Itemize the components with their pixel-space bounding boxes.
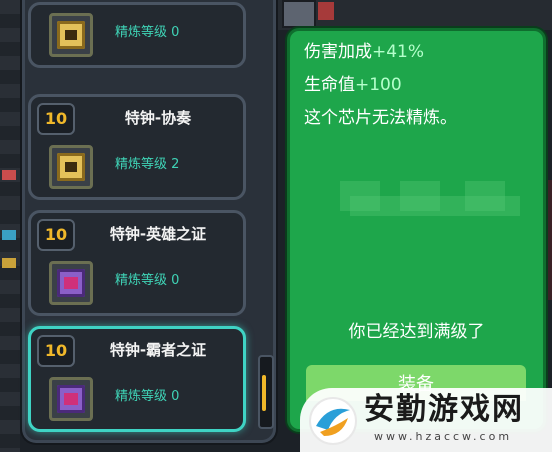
chip-icon-frame xyxy=(49,13,93,57)
gold-chip-icon xyxy=(57,153,85,181)
chip-level-badge: 10 xyxy=(37,103,75,135)
refine-level-label: 精炼等级 0 xyxy=(115,389,180,404)
refine-level-label: 精炼等级 0 xyxy=(115,273,180,288)
watermark: 安勤游戏网 www.hzaccw.com xyxy=(300,388,552,452)
chip-name: 特钟-协奏 xyxy=(124,109,192,127)
background-character xyxy=(318,2,334,20)
chip-list-scrollbar[interactable] xyxy=(258,355,274,429)
panel-background-decoration xyxy=(350,196,520,216)
background-character xyxy=(282,0,316,28)
purple-chip-icon xyxy=(57,385,85,413)
chip-icon-frame xyxy=(49,261,93,305)
damage-bonus-stat: 伤害加成+41% xyxy=(304,42,425,62)
refine-note: 这个芯片无法精炼。 xyxy=(304,108,457,128)
watermark-title: 安勤游戏网 xyxy=(364,392,524,427)
chip-name: 特钟-霸者之证 xyxy=(109,341,207,359)
gold-chip-icon xyxy=(57,21,85,49)
hp-stat: 生命值+100 xyxy=(304,75,402,95)
chip-name: 特钟-英雄之证 xyxy=(109,225,207,243)
chip-card[interactable]: 10 特钟-协奏 精炼等级 2 xyxy=(28,94,246,200)
scrollbar-thumb[interactable] xyxy=(262,375,266,411)
chip-card[interactable]: 精炼等级 0 xyxy=(28,2,246,68)
chip-card-selected[interactable]: 10 特钟-霸者之证 精炼等级 0 xyxy=(28,326,246,432)
max-level-text: 你已经达到满级了 xyxy=(348,322,485,342)
scene-decoration xyxy=(2,170,16,180)
chip-info-panel: 伤害加成+41% 生命值+100 这个芯片无法精炼。 你已经达到满级了 装备 xyxy=(287,28,546,432)
chip-level-badge: 10 xyxy=(37,335,75,367)
scene-decoration xyxy=(2,258,16,268)
refine-level-label: 精炼等级 0 xyxy=(115,25,180,40)
chip-level-badge: 10 xyxy=(37,219,75,251)
chip-card[interactable]: 10 特钟-英雄之证 精炼等级 0 xyxy=(28,210,246,316)
purple-chip-icon xyxy=(57,269,85,297)
watermark-logo-icon xyxy=(309,397,357,445)
refine-level-label: 精炼等级 2 xyxy=(115,157,180,172)
background-scene-left xyxy=(0,0,20,452)
chip-icon-frame xyxy=(49,377,93,421)
scene-decoration xyxy=(2,230,16,240)
watermark-url: www.hzaccw.com xyxy=(374,430,513,443)
chip-icon-frame xyxy=(49,145,93,189)
